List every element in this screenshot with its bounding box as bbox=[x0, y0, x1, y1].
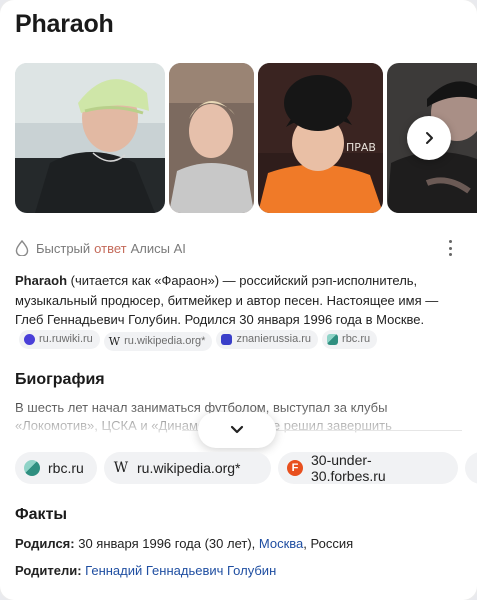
biography-heading: Биография bbox=[15, 371, 105, 388]
source-forbes[interactable]: F 30-under-30.forbes.ru bbox=[278, 452, 458, 484]
fact-value: 30 января 1996 года (30 лет), bbox=[78, 536, 256, 551]
summary-text: (читается как «Фараон») — российский рэп… bbox=[15, 273, 439, 327]
source-rbc[interactable]: rbc.ru bbox=[15, 452, 97, 484]
alice-drop-icon bbox=[15, 240, 29, 256]
znanie-icon bbox=[221, 333, 233, 345]
chevron-down-icon bbox=[230, 425, 244, 434]
rbc-icon bbox=[327, 333, 339, 345]
rbc-icon bbox=[24, 460, 40, 476]
source-chip-znanie[interactable]: znanierussia.ru bbox=[216, 329, 319, 349]
gallery-next-button[interactable] bbox=[407, 116, 451, 160]
source-chip-label: znanierussia.ru bbox=[236, 332, 312, 345]
fact-label: Родители: bbox=[15, 563, 82, 578]
source-chip-label: ru.wikipedia.org* bbox=[124, 334, 206, 347]
source-wikipedia[interactable]: W ru.wikipedia.org* bbox=[104, 452, 271, 484]
source-chip-label: rbc.ru bbox=[342, 332, 371, 345]
source-label: ru.wikipedia.org* bbox=[137, 460, 241, 476]
knowledge-card: Pharaoh ПРАВ Быстрый ответ Алисы AI Phar… bbox=[0, 0, 477, 600]
photo-2[interactable] bbox=[169, 63, 254, 213]
ruwiki-icon bbox=[24, 333, 35, 345]
ai-summary: Pharaoh (читается как «Фараон») — россий… bbox=[15, 271, 465, 351]
source-chip-rbc[interactable]: rbc.ru bbox=[322, 329, 378, 349]
more-vertical-icon bbox=[448, 240, 452, 243]
ai-answer-accent: ответ bbox=[94, 240, 127, 256]
source-chip-label: ru.ruwiki.ru bbox=[39, 332, 93, 345]
forbes-icon: F bbox=[287, 460, 303, 476]
source-chip-ruwiki[interactable]: ru.ruwiki.ru bbox=[19, 329, 100, 349]
parent-link[interactable]: Геннадий Геннадьевич Голубин bbox=[85, 563, 276, 578]
chevron-right-icon bbox=[426, 132, 433, 144]
sources-row: rbc.ru W ru.wikipedia.org* F 30-under-30… bbox=[15, 452, 477, 484]
fact-born: Родился: 30 января 1996 года (30 лет), М… bbox=[15, 536, 353, 551]
source-chip-wikipedia[interactable]: Wru.wikipedia.org* bbox=[103, 331, 213, 351]
wikipedia-icon: W bbox=[108, 334, 121, 348]
more-menu-button[interactable] bbox=[443, 240, 457, 256]
entity-title: Pharaoh bbox=[15, 10, 114, 38]
born-country: , Россия bbox=[303, 536, 354, 551]
photo-1[interactable] bbox=[15, 63, 165, 213]
source-label: 30-under-30.forbes.ru bbox=[311, 452, 386, 484]
svg-text:ПРАВ: ПРАВ bbox=[346, 141, 376, 154]
ai-answer-header: Быстрый ответ Алисы AI bbox=[15, 238, 461, 258]
fact-parents: Родители: Геннадий Геннадьевич Голубин bbox=[15, 563, 276, 578]
fact-label: Родился: bbox=[15, 536, 75, 551]
born-city-link[interactable]: Москва bbox=[259, 536, 303, 551]
facts-heading: Факты bbox=[15, 506, 68, 523]
photo-3[interactable]: ПРАВ bbox=[258, 63, 383, 213]
photo-gallery: ПРАВ bbox=[15, 63, 477, 213]
wikipedia-icon: W bbox=[113, 460, 129, 476]
ai-answer-suffix: Алисы AI bbox=[130, 240, 186, 256]
ai-answer-prefix: Быстрый bbox=[36, 240, 91, 256]
expand-button[interactable] bbox=[198, 412, 276, 448]
source-more[interactable] bbox=[465, 452, 477, 484]
source-label: rbc.ru bbox=[48, 460, 84, 476]
summary-entity-name: Pharaoh bbox=[15, 273, 68, 288]
